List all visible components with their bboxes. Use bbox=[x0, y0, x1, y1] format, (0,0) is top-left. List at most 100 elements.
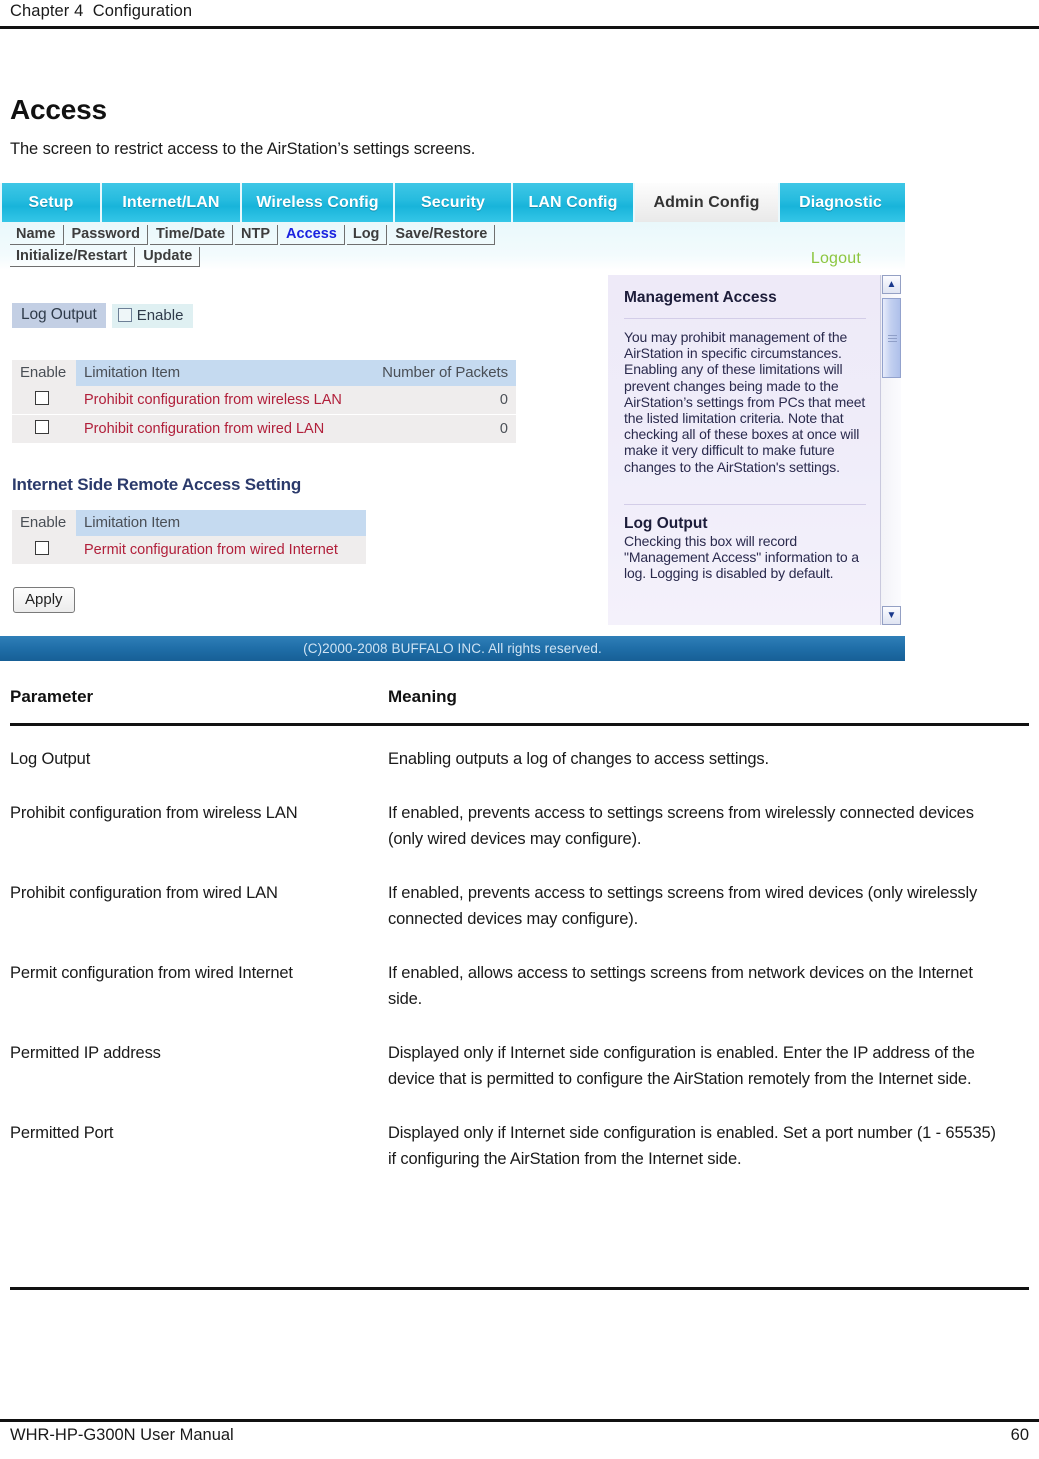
tab-setup[interactable]: Setup bbox=[0, 183, 102, 222]
table-row: Permit configuration from wired Internet bbox=[12, 536, 366, 565]
parameter-name: Permitted IP address bbox=[10, 1044, 161, 1062]
parameter-row: Log Output Enabling outputs a log of cha… bbox=[10, 725, 1029, 781]
remote-access-table: Enable Limitation Item Permit configurat… bbox=[12, 510, 366, 565]
parameter-meaning-table: Parameter Meaning Log Output Enabling ou… bbox=[10, 687, 1029, 1172]
parameter-row: Permit configuration from wired Internet… bbox=[10, 940, 1029, 1020]
checkbox-icon[interactable] bbox=[34, 391, 49, 405]
help-panel: Management Access You may prohibit manag… bbox=[608, 275, 880, 625]
log-output-label: Log Output bbox=[12, 303, 106, 328]
help-panel-scrollbar[interactable]: ▲ ▼ bbox=[880, 275, 901, 625]
parameter-table-bottom-rule bbox=[10, 1287, 1029, 1290]
checkbox-icon[interactable] bbox=[34, 541, 49, 555]
subtab-name[interactable]: Name bbox=[10, 225, 64, 245]
subtab-save-restore[interactable]: Save/Restore bbox=[389, 225, 496, 245]
subtab-log[interactable]: Log bbox=[346, 225, 388, 245]
parameter-meaning: Enabling outputs a log of changes to acc… bbox=[388, 750, 769, 768]
help-spacer bbox=[624, 475, 866, 493]
help-log-output-body: Checking this box will record "Managemen… bbox=[624, 532, 859, 582]
running-head-divider bbox=[0, 26, 1039, 29]
row-enable-cell[interactable] bbox=[12, 536, 76, 565]
header-limitation-item: Limitation Item bbox=[76, 360, 366, 386]
help-log-output-title: Log Output bbox=[624, 514, 708, 532]
logout-link[interactable]: Logout bbox=[811, 250, 861, 268]
parameter-row: Permitted Port Displayed only if Interne… bbox=[10, 1100, 1029, 1172]
log-output-enable-checkbox[interactable]: Enable bbox=[111, 303, 194, 328]
subtab-update[interactable]: Update bbox=[137, 247, 201, 267]
sub-tab-row-2: Initialize/Restart Update bbox=[10, 247, 905, 269]
tab-admin-config[interactable]: Admin Config bbox=[635, 183, 780, 222]
footer-page-number: 60 bbox=[1010, 1426, 1029, 1444]
parameter-name: Prohibit configuration from wired LAN bbox=[10, 884, 278, 902]
page-title: Access bbox=[10, 93, 107, 125]
row-enable-cell[interactable] bbox=[12, 414, 76, 444]
tab-lan-config[interactable]: LAN Config bbox=[513, 183, 635, 222]
row-item-label: Permit configuration from wired Internet bbox=[76, 536, 366, 565]
tab-diagnostic[interactable]: Diagnostic bbox=[780, 183, 901, 222]
page-intro-text: The screen to restrict access to the Air… bbox=[10, 140, 476, 158]
tab-lan-config-label: LAN Config bbox=[528, 193, 618, 211]
row-packet-count: 0 bbox=[366, 414, 516, 444]
parameter-name: Log Output bbox=[10, 750, 91, 768]
row-enable-cell[interactable] bbox=[12, 386, 76, 415]
parameter-table-header-row: Parameter Meaning bbox=[10, 687, 1029, 726]
subtab-access[interactable]: Access bbox=[280, 225, 345, 245]
header-limitation-item: Limitation Item bbox=[76, 510, 366, 536]
header-meaning: Meaning bbox=[388, 687, 1029, 726]
subtab-password[interactable]: Password bbox=[65, 225, 148, 245]
tab-setup-label: Setup bbox=[28, 193, 74, 211]
scrollbar-thumb[interactable] bbox=[882, 298, 901, 378]
parameter-meaning: Displayed only if Internet side configur… bbox=[388, 1124, 996, 1168]
header-enable: Enable bbox=[12, 360, 76, 386]
access-limitation-table: Enable Limitation Item Number of Packets… bbox=[12, 360, 516, 444]
log-output-row: Log Output Enable bbox=[12, 303, 194, 328]
header-enable: Enable bbox=[12, 510, 76, 536]
parameter-meaning: Displayed only if Internet side configur… bbox=[388, 1044, 975, 1088]
tab-diagnostic-label: Diagnostic bbox=[799, 193, 882, 211]
help-management-access-title: Management Access bbox=[624, 289, 777, 306]
parameter-meaning: If enabled, prevents access to settings … bbox=[388, 804, 974, 848]
scroll-up-arrow-icon[interactable]: ▲ bbox=[882, 275, 901, 294]
header-parameter: Parameter bbox=[10, 687, 388, 726]
parameter-name: Permit configuration from wired Internet bbox=[10, 964, 293, 982]
parameter-row: Permitted IP address Displayed only if I… bbox=[10, 1020, 1029, 1100]
sub-tab-row-1: Name Password Time/Date NTP Access Log S… bbox=[10, 225, 905, 247]
row-item-label: Prohibit configuration from wired LAN bbox=[76, 414, 366, 444]
internet-side-remote-access-title: Internet Side Remote Access Setting bbox=[12, 475, 302, 494]
parameter-meaning: If enabled, allows access to settings sc… bbox=[388, 964, 973, 1008]
checkbox-icon[interactable] bbox=[117, 308, 132, 322]
sub-tab-bar: Name Password Time/Date NTP Access Log S… bbox=[0, 222, 905, 270]
help-divider bbox=[624, 503, 866, 505]
parameter-name: Permitted Port bbox=[10, 1124, 114, 1142]
apply-button[interactable]: Apply bbox=[13, 587, 75, 613]
row-item-label: Prohibit configuration from wireless LAN bbox=[76, 386, 366, 415]
table-header-row: Enable Limitation Item Number of Packets bbox=[12, 360, 516, 386]
header-number-of-packets: Number of Packets bbox=[366, 360, 516, 386]
row-packet-count: 0 bbox=[366, 386, 516, 415]
checkbox-icon[interactable] bbox=[34, 420, 49, 434]
help-divider bbox=[624, 318, 866, 319]
parameter-row: Prohibit configuration from wired LAN If… bbox=[10, 860, 1029, 940]
tab-wireless-config-label: Wireless Config bbox=[256, 193, 379, 211]
table-header-row: Enable Limitation Item bbox=[12, 510, 366, 536]
help-management-access-body: You may prohibit management of the AirSt… bbox=[624, 329, 866, 475]
tab-admin-config-label: Admin Config bbox=[653, 193, 760, 211]
subtab-time-date[interactable]: Time/Date bbox=[150, 225, 234, 245]
scroll-down-arrow-icon[interactable]: ▼ bbox=[882, 606, 901, 625]
subtab-ntp[interactable]: NTP bbox=[235, 225, 279, 245]
log-output-enable-label: Enable bbox=[136, 306, 184, 324]
running-head: Chapter 4 Configuration bbox=[10, 2, 193, 20]
parameter-row: Prohibit configuration from wireless LAN… bbox=[10, 780, 1029, 860]
router-config-screenshot: Setup Internet/LAN Wireless Config Secur… bbox=[0, 183, 905, 661]
copyright-footer: (C)2000-2008 BUFFALO INC. All rights res… bbox=[0, 636, 905, 661]
subtab-initialize-restart[interactable]: Initialize/Restart bbox=[10, 247, 136, 267]
tab-security[interactable]: Security bbox=[395, 183, 513, 222]
table-row: Prohibit configuration from wireless LAN… bbox=[12, 386, 516, 415]
tab-wireless-config[interactable]: Wireless Config bbox=[242, 183, 395, 222]
footer-manual-name: WHR-HP-G300N User Manual bbox=[10, 1426, 234, 1444]
main-tab-bar: Setup Internet/LAN Wireless Config Secur… bbox=[0, 183, 905, 222]
footer-divider bbox=[0, 1419, 1039, 1422]
configuration-area: Log Output Enable Enable Limitation Item… bbox=[0, 275, 620, 625]
table-row: Prohibit configuration from wired LAN 0 bbox=[12, 414, 516, 444]
tab-internet-lan[interactable]: Internet/LAN bbox=[102, 183, 242, 222]
parameter-meaning: If enabled, prevents access to settings … bbox=[388, 884, 978, 928]
